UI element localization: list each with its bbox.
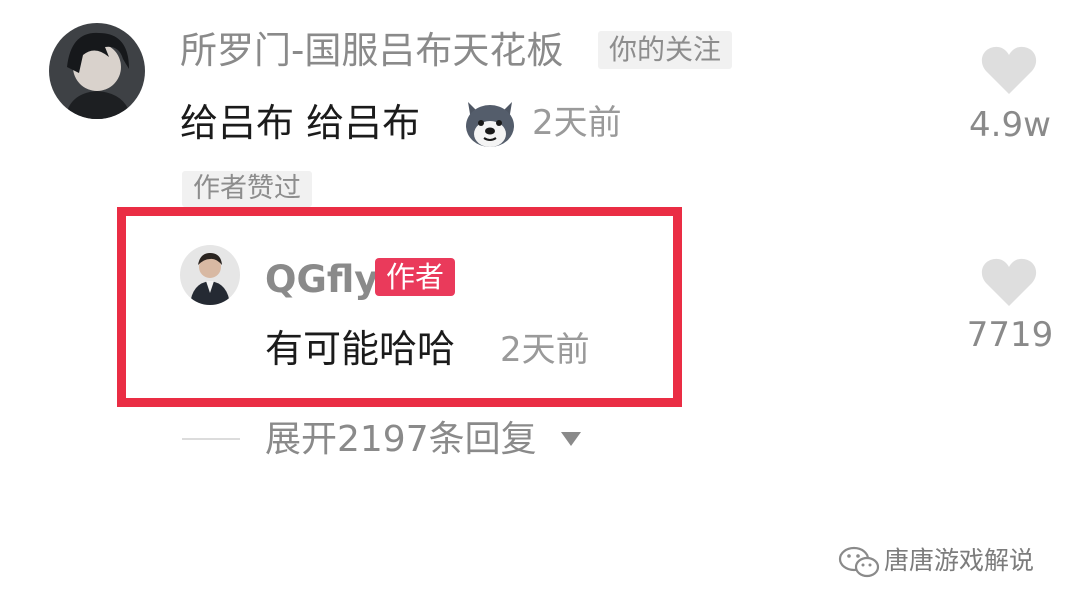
follow-tag: 你的关注 — [598, 31, 733, 69]
reply-like-count: 7719 — [966, 315, 1054, 355]
commenter-username[interactable]: 所罗门-国服吕布天花板 — [180, 32, 563, 69]
expand-replies-button[interactable]: 展开2197条回复 — [265, 422, 537, 458]
heart-icon[interactable] — [980, 44, 1038, 96]
reply-text: 有可能哈哈 — [265, 327, 456, 371]
commenter-avatar[interactable] — [49, 23, 145, 119]
triangle-down-icon[interactable] — [560, 431, 582, 447]
comment-like-count: 4.9w — [969, 105, 1051, 145]
highlight-box — [117, 207, 682, 407]
husky-dog-emoji-icon — [462, 96, 518, 150]
wechat-icon — [838, 545, 880, 579]
reply-time: 2天前 — [500, 330, 590, 370]
reply-username[interactable]: QGfly — [265, 261, 378, 298]
comment-time: 2天前 — [532, 103, 622, 143]
watermark-text: 唐唐游戏解说 — [884, 546, 1035, 575]
reply-author-avatar[interactable] — [180, 245, 240, 305]
heart-icon[interactable] — [980, 256, 1038, 308]
expand-divider-line — [182, 438, 240, 440]
comment-text: 给吕布 给吕布 — [180, 101, 421, 145]
author-liked-tag: 作者赞过 — [182, 171, 312, 207]
author-badge: 作者 — [375, 258, 456, 296]
